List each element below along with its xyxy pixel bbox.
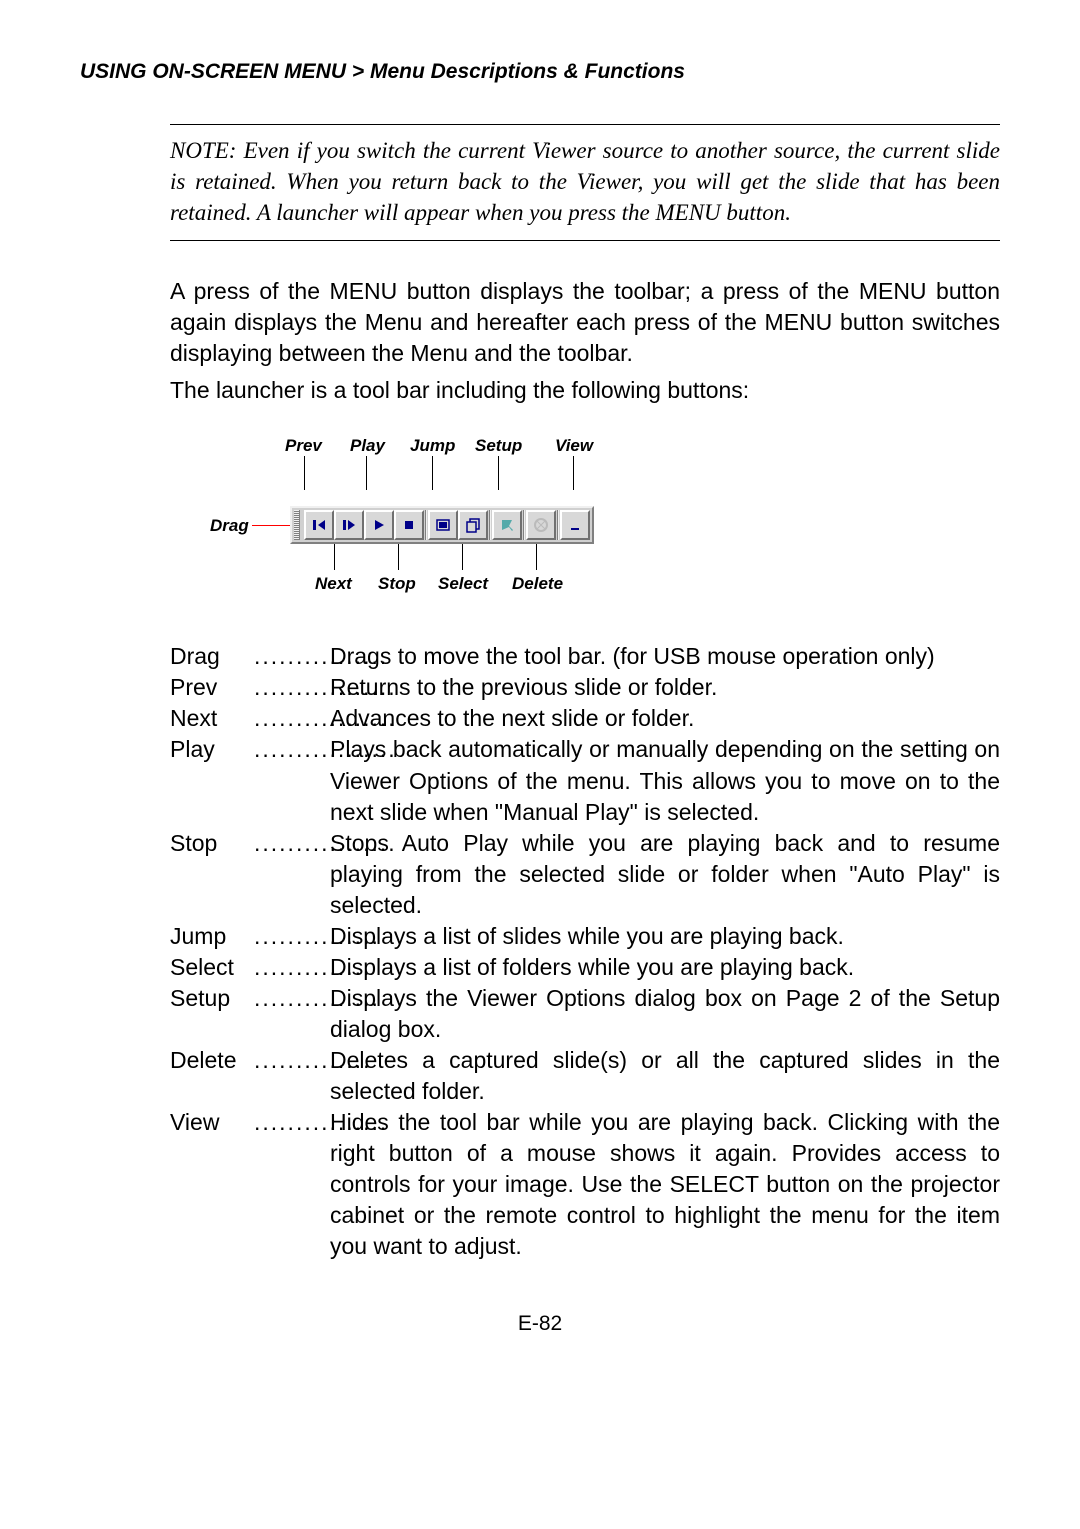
label-prev: Prev	[285, 436, 322, 456]
tick	[398, 544, 399, 570]
tick	[334, 544, 335, 570]
definition-term: Delete	[170, 1045, 254, 1076]
definition-term: Prev	[170, 672, 254, 703]
definition-description: Plays back automatically or manually dep…	[330, 734, 1000, 827]
definition-description: Displays the Viewer Options dialog box o…	[330, 983, 1000, 1045]
definition-description: Deletes a captured slide(s) or all the c…	[330, 1045, 1000, 1107]
definition-description: Advances to the next slide or folder.	[330, 703, 1000, 734]
note-block: NOTE: Even if you switch the current Vie…	[170, 124, 1000, 241]
definition-term: Setup	[170, 983, 254, 1014]
label-stop: Stop	[378, 574, 416, 594]
definition-term: Play	[170, 734, 254, 765]
definition-row: Delete .............. Deletes a captured…	[170, 1045, 1000, 1107]
definition-row: Jump ............... Displays a list of …	[170, 921, 1000, 952]
label-play: Play	[350, 436, 385, 456]
definition-description: Drags to move the tool bar. (for USB mou…	[330, 641, 1000, 672]
select-button	[458, 510, 488, 540]
tick	[432, 456, 433, 490]
definition-row: Play ................. Plays back automa…	[170, 734, 1000, 827]
paragraph-1: A press of the MENU button displays the …	[170, 276, 1000, 369]
label-select: Select	[438, 574, 488, 594]
definition-description: Stops Auto Play while you are playing ba…	[330, 828, 1000, 921]
definition-description: Displays a list of slides while you are …	[330, 921, 1000, 952]
label-setup: Setup	[475, 436, 522, 456]
definition-row: Prev ................. Returns to the pr…	[170, 672, 1000, 703]
label-view: View	[555, 436, 593, 456]
next-button	[334, 510, 364, 540]
definition-term: Stop	[170, 828, 254, 859]
definition-row: Drag ................ Drags to move the …	[170, 641, 1000, 672]
tick	[498, 456, 499, 490]
separator	[425, 510, 427, 540]
definition-row: View ................ Hides the tool bar…	[170, 1107, 1000, 1262]
definition-row: Stop ................. Stops Auto Play w…	[170, 828, 1000, 921]
definition-description: Hides the tool bar while you are playing…	[330, 1107, 1000, 1262]
definition-row: Next ................. Advances to the n…	[170, 703, 1000, 734]
stop-button	[394, 510, 424, 540]
page: USING ON-SCREEN MENU > Menu Descriptions…	[0, 0, 1080, 1376]
page-header: USING ON-SCREEN MENU > Menu Descriptions…	[80, 60, 1000, 84]
definitions-list: Drag ................ Drags to move the …	[170, 641, 1000, 1262]
definition-row: Setup ............... Displays the Viewe…	[170, 983, 1000, 1045]
page-number: E-82	[80, 1312, 1000, 1336]
label-drag: Drag	[210, 516, 249, 536]
definition-term: Drag	[170, 641, 254, 672]
tick	[462, 544, 463, 570]
toolbar	[290, 506, 594, 544]
separator	[489, 510, 491, 540]
label-jump: Jump	[410, 436, 455, 456]
tick-highlight	[252, 525, 292, 526]
toolbar-diagram: Prev Play Jump Setup View Drag	[200, 436, 630, 606]
definition-term: View	[170, 1107, 254, 1138]
content-area: NOTE: Even if you switch the current Vie…	[170, 124, 1000, 1262]
paragraph-2: The launcher is a tool bar including the…	[170, 375, 1000, 406]
tick	[573, 456, 574, 490]
label-delete: Delete	[512, 574, 563, 594]
drag-handle	[294, 510, 300, 540]
definition-term: Jump	[170, 921, 254, 952]
tick	[536, 544, 537, 570]
definition-row: Select .............. Displays a list of…	[170, 952, 1000, 983]
tick	[304, 456, 305, 490]
delete-button	[526, 510, 556, 540]
tick	[366, 456, 367, 490]
definition-description: Displays a list of folders while you are…	[330, 952, 1000, 983]
definition-term: Select	[170, 952, 254, 983]
setup-button	[492, 510, 522, 540]
definition-term: Next	[170, 703, 254, 734]
play-button	[364, 510, 394, 540]
separator	[523, 510, 525, 540]
prev-button	[304, 510, 334, 540]
definition-description: Returns to the previous slide or folder.	[330, 672, 1000, 703]
toolbar-visual	[290, 506, 594, 544]
jump-button	[428, 510, 458, 540]
separator	[557, 510, 559, 540]
label-next: Next	[315, 574, 352, 594]
view-button	[560, 510, 590, 540]
